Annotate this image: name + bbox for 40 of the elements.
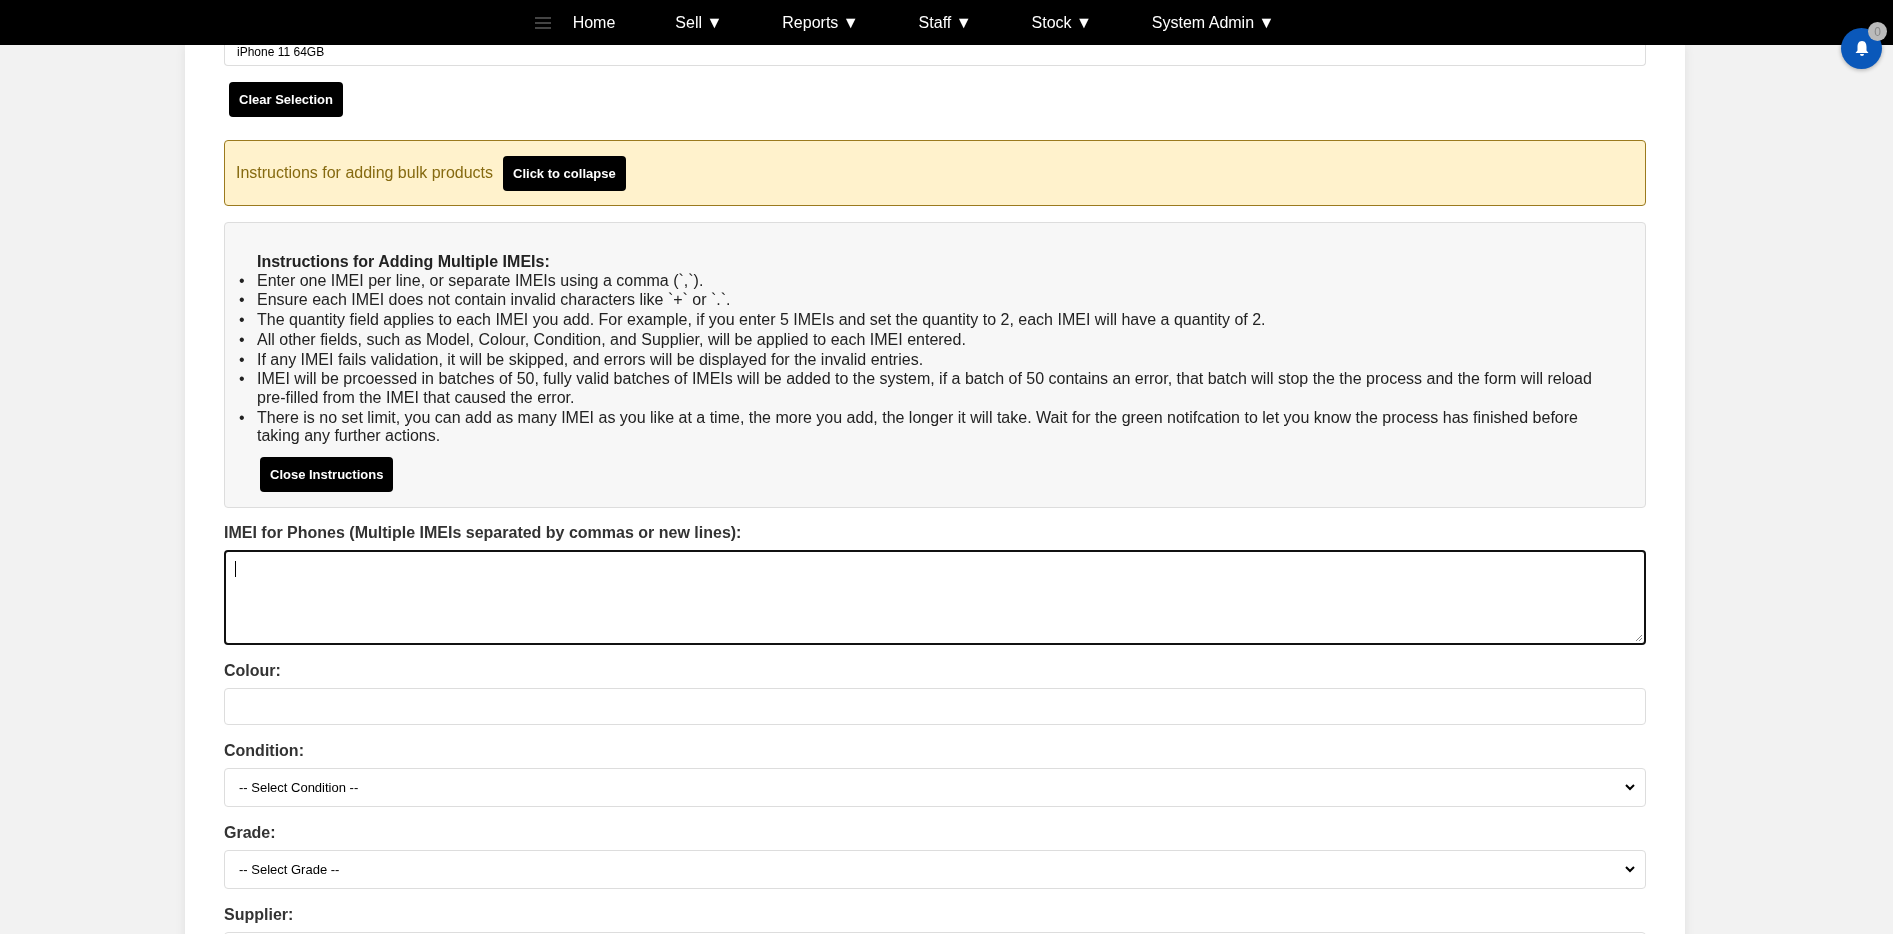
chevron-down-icon bbox=[1625, 866, 1635, 873]
menu-icon[interactable] bbox=[534, 15, 551, 30]
instruction-item: The quantity field applies to each IMEI you add. For example, if you enter 5 IMEIs and set the quantity to 2, each IMEI will have a quantity of 2. bbox=[257, 311, 1266, 331]
model-field[interactable]: iPhone 11 64GB bbox=[224, 45, 1646, 66]
bullet: • bbox=[239, 330, 246, 350]
nav-link[interactable]: Home bbox=[572, 13, 640, 32]
bell-icon bbox=[1853, 40, 1870, 57]
nav-link[interactable]: Reports ▼ bbox=[758, 13, 883, 32]
bullet: • bbox=[239, 370, 246, 390]
instruction-item: There is no set limit, you can add as many IMEI as you like at a time, the more you add, the longer it will take. Wait for the green notifcation to let you know the process has finished before taking any further actions. bbox=[257, 408, 1579, 447]
bullet: • bbox=[239, 311, 246, 331]
nav-link[interactable]: Staff ▼ bbox=[894, 13, 996, 32]
banner-text: Instructions for adding bulk products bbox=[236, 164, 494, 182]
chevron-down-icon bbox=[1625, 784, 1635, 791]
field-label: Colour: bbox=[224, 662, 282, 680]
bullet: • bbox=[239, 291, 246, 311]
bullet: • bbox=[239, 271, 246, 291]
clear-selection-button[interactable]: Clear Selection bbox=[229, 82, 343, 117]
instruction-item: Enter one IMEI per line, or separate IMEIs using a comma (`,`). bbox=[257, 271, 704, 291]
dropdown-select[interactable]: -- Select Grade -- bbox=[224, 850, 1646, 889]
instructions-title: Instructions for Adding Multiple IMEIs: bbox=[257, 253, 551, 272]
collapse-button[interactable]: Click to collapse bbox=[503, 155, 626, 191]
imei-text-area[interactable] bbox=[224, 550, 1646, 645]
colour-input[interactable] bbox=[224, 688, 1646, 725]
close-instructions-button[interactable]: Close Instructions bbox=[260, 457, 394, 493]
bullet: • bbox=[239, 350, 246, 370]
field-label: IMEI for Phones (Multiple IMEIs separated by commas or new lines): bbox=[224, 524, 743, 542]
nav-link[interactable]: System Admin ▼ bbox=[1127, 13, 1299, 32]
field-label: Grade: bbox=[224, 824, 277, 842]
bullet: • bbox=[239, 408, 246, 428]
instruction-item: If any IMEI fails validation, it will be skipped, and errors will be displayed for the invalid entries. bbox=[257, 350, 924, 370]
instruction-item: All other fields, such as Model, Colour, Condition, and Supplier, will be applied to each IMEI entered. bbox=[257, 330, 966, 350]
instruction-item: Ensure each IMEI does not contain invalid characters like `+` or `.`. bbox=[257, 291, 731, 311]
resize-grip-icon[interactable] bbox=[1634, 633, 1643, 642]
instruction-item: IMEI will be prcoessed in batches of 50, fully valid batches of IMEIs will be added to the system, if a batch of 50 contains an error, that batch will stop the the process and the form will reload pre-filled from the IMEI that caused the error. bbox=[257, 370, 1593, 408]
nav-link[interactable]: Sell ▼ bbox=[651, 13, 747, 32]
field-label: Supplier: bbox=[224, 906, 295, 924]
field-label: Condition: bbox=[224, 742, 305, 760]
nav-link[interactable]: Stock ▼ bbox=[1007, 13, 1116, 32]
dropdown-select[interactable]: -- Select Condition -- bbox=[224, 768, 1646, 807]
